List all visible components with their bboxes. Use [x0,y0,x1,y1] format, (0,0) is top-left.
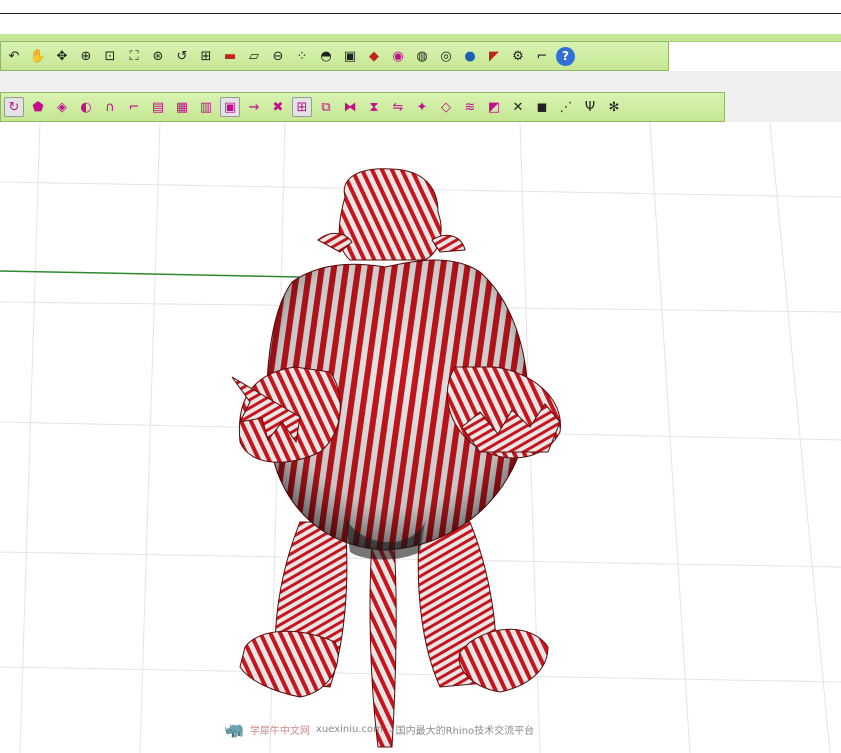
edge-surface-icon[interactable]: ▣ [220,97,240,117]
cube-icon[interactable]: ◼ [532,97,552,117]
intersect-icon[interactable]: ✕ [508,97,528,117]
split-icon[interactable]: ⊞ [292,97,312,117]
network-surface-icon[interactable]: ▦ [172,97,192,117]
light-bulb-icon[interactable]: ◓ [316,46,336,66]
surface-tools-toolbar: ↻ ⬟ ◈ ◐ ∩ ⌐ ▤ ▦ ▥ ▣ ⇝ ✖ ⊞ ⧉ ⧓ ⧗ ⇋ ✦ ◇ ≋ ◩ ✕ ◼ ⋰ Ψ ✻ [0,92,725,122]
cplane-icon[interactable]: ⊖ [268,46,288,66]
watermark-url: xuexiniu.com [315,724,383,735]
select-points-icon[interactable]: ⁘ [292,46,312,66]
watermark-name: 学犀牛中文网 [249,726,310,737]
unroll-icon[interactable]: ◇ [436,97,456,117]
lock-icon[interactable]: ▣ [340,46,360,66]
standard-toolbar: ↶ ✋ ✥ ⊕ ⊡ ⛶ ⊛ ↺ ⊞ ▬ ▱ ⊖ ⁘ ◓ ▣ ◆ ◉ ◍ ◎ ● ◤ ⚙ ⌐? [0,41,669,71]
rebuild-icon[interactable]: ⧓ [340,97,360,117]
gear-icon[interactable]: ⚙ [508,46,528,66]
title-divider-line [0,13,841,14]
arch-surface-icon[interactable]: ∩ [100,97,120,117]
zoom-icon[interactable]: ⊕ [76,46,96,66]
watermark-tagline: - 国内最大的Rhino技术交流平台 [388,726,535,737]
point-cloud-icon[interactable]: ⋰ [556,97,576,117]
perspective-viewport[interactable] [0,122,841,753]
extrude-icon[interactable]: ▤ [148,97,168,117]
pan-hand-icon[interactable]: ✋ [28,46,48,66]
match-surface-icon[interactable]: ⧗ [364,97,384,117]
shaded-sphere-icon[interactable]: ● [460,46,480,66]
pentagon-mesh-icon[interactable]: ⬟ [28,97,48,117]
sweep-icon[interactable]: ⌐ [124,97,144,117]
fillet-surface-icon[interactable]: ◩ [484,97,504,117]
wireframe-sphere-icon[interactable]: ◍ [412,46,432,66]
site-watermark: 🦏 学犀牛中文网 xuexiniu.com - 国内最大的Rhino技术交流平台 [224,720,534,739]
layer-icon[interactable]: ◆ [364,46,384,66]
rotate-view-icon[interactable]: ✥ [52,46,72,66]
trim-icon[interactable]: ✖ [268,97,288,117]
x-axis-line [0,270,301,278]
undo-icon[interactable]: ↶ [4,46,24,66]
spotlight-icon[interactable]: ◤ [484,46,504,66]
zebra-analysis-model[interactable] [231,168,561,748]
car-icon[interactable]: ▬ [220,46,240,66]
color-wheel-icon[interactable]: ◉ [388,46,408,66]
rotate-surface-icon[interactable]: ↻ [4,97,24,117]
toolbar-gap-right [725,92,841,122]
blend-icon[interactable]: ⇝ [244,97,264,117]
surface-from-curves-icon[interactable]: ◈ [52,97,72,117]
bracket-tool-icon[interactable]: ⌐ [532,46,552,66]
rhino-logo-icon: 🦏 [224,720,244,739]
four-viewports-icon[interactable]: ⊞ [196,46,216,66]
join-icon[interactable]: ⧉ [316,97,336,117]
flow-icon[interactable]: ⇋ [388,97,408,117]
zoom-extents-icon[interactable]: ⛶ [124,46,144,66]
grid-plane-icon[interactable]: ▱ [244,46,264,66]
zoom-selected-icon[interactable]: ⊛ [148,46,168,66]
undo-view-icon[interactable]: ↺ [172,46,192,66]
settings-dot-icon[interactable]: ✻ [604,97,624,117]
zoom-window-icon[interactable]: ⊡ [100,46,120,66]
ghosted-sphere-icon[interactable]: ◎ [436,46,456,66]
help-icon[interactable]: ? [556,46,575,66]
star-transform-icon[interactable]: ✦ [412,97,432,117]
offset-surface-icon[interactable]: ≋ [460,97,480,117]
viewport-canvas [0,122,841,753]
toolbar-gap [0,71,841,92]
loft-icon[interactable]: ◐ [76,97,96,117]
patch-icon[interactable]: ▥ [196,97,216,117]
branch-icon[interactable]: Ψ [580,97,600,117]
